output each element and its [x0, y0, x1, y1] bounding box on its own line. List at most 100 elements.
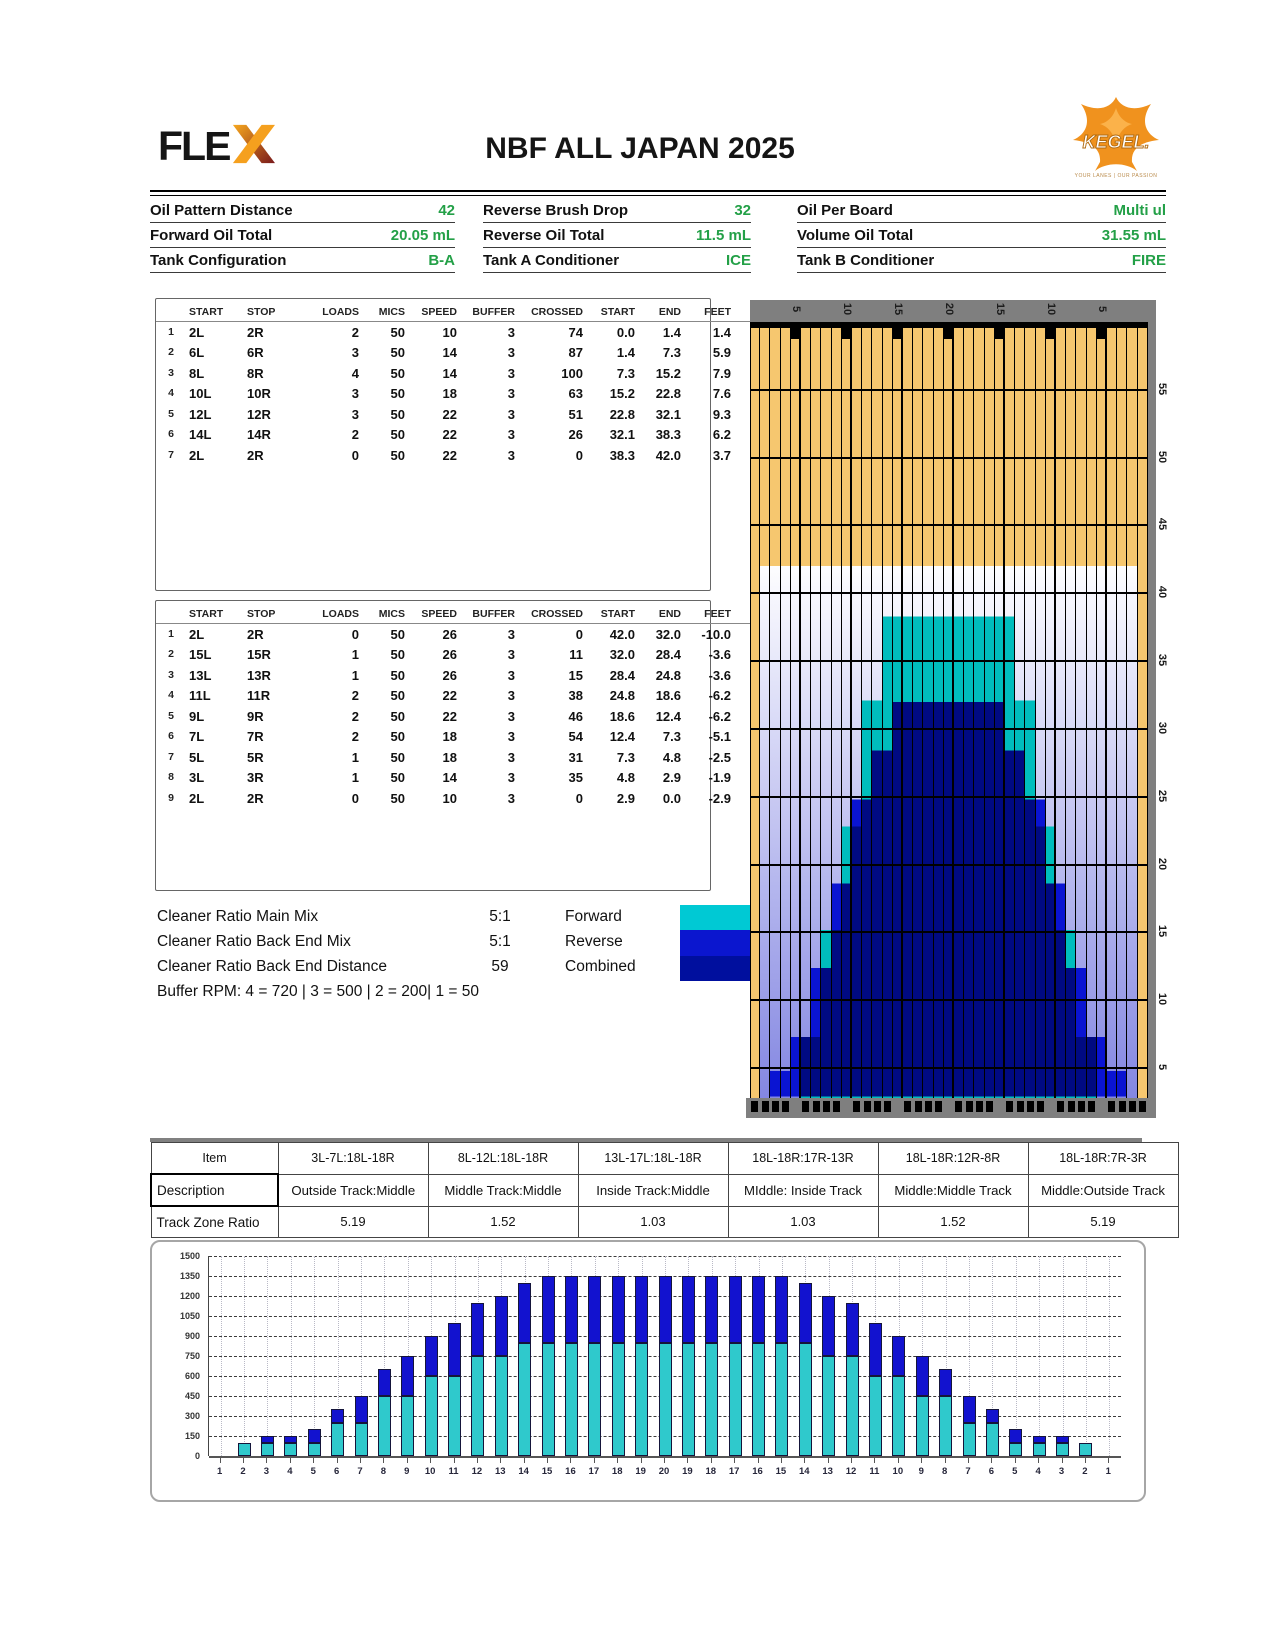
table-cell: 22.8 — [586, 404, 638, 425]
table-cell: 0 — [308, 788, 362, 809]
lane-board-column — [872, 322, 882, 1098]
lane-footer-tick — [1119, 1101, 1126, 1112]
table-cell: 18 — [408, 384, 460, 405]
table-cell: 3L-7L:18L-18R — [278, 1143, 428, 1175]
lane-board-axis-label: 5 — [1096, 301, 1108, 317]
forward-bar-segment — [378, 1396, 391, 1456]
table-cell: 1.03 — [728, 1206, 878, 1238]
table-cell: Middle:Middle Track — [878, 1174, 1028, 1206]
x-axis-tick — [243, 1458, 244, 1463]
table-cell: 22 — [408, 706, 460, 727]
table-cell: 0.0 — [586, 322, 638, 343]
reverse-bar-segment — [752, 1276, 765, 1343]
lane-footer-tick — [1088, 1101, 1095, 1112]
table-cell: 15.2 — [586, 384, 638, 405]
table-cell: 1.52 — [878, 1206, 1028, 1238]
column-header: END — [638, 601, 684, 624]
x-axis-tick — [758, 1458, 759, 1463]
forward-bar-segment — [518, 1343, 531, 1456]
table-cell: 22 — [408, 686, 460, 707]
table-cell: 12L — [186, 404, 244, 425]
table-cell: 3 — [460, 404, 518, 425]
forward-bar-segment — [892, 1376, 905, 1456]
table-cell: Middle Track:Middle — [428, 1174, 578, 1206]
reverse-bar-segment — [822, 1296, 835, 1356]
x-axis-tick — [1015, 1458, 1016, 1463]
lane-board-column — [1036, 322, 1046, 1098]
lane-distance-label: 5 — [1156, 1059, 1168, 1075]
flex-logo: FLE — [158, 124, 275, 169]
table-cell: 2R — [244, 322, 308, 343]
x-axis-tick — [500, 1458, 501, 1463]
table-cell: 22.8 — [638, 384, 684, 405]
x-axis-tick-label: 11 — [864, 1466, 884, 1477]
reverse-bar-segment — [939, 1369, 952, 1396]
lane-distance-gridline — [750, 660, 1148, 662]
lane-board-column — [985, 322, 995, 1098]
lane-board-column — [954, 322, 964, 1098]
table-cell: 13R — [244, 665, 308, 686]
vertical-gridline — [1063, 1256, 1064, 1456]
table-cell: 3 — [460, 384, 518, 405]
x-axis-tick-label: 6 — [981, 1466, 1001, 1477]
info-row-1: Oil Pattern Distance42 Reverse Brush Dro… — [150, 198, 1166, 223]
x-axis-tick-label: 13 — [490, 1466, 510, 1477]
x-axis-tick — [1062, 1458, 1063, 1463]
x-axis-tick — [664, 1458, 665, 1463]
lane-distance-gridline — [750, 524, 1148, 526]
table-cell: 2 — [308, 686, 362, 707]
table-cell: 12.4 — [586, 727, 638, 748]
info-cell: Reverse Brush Drop32 — [483, 198, 751, 223]
forward-bar-segment — [986, 1423, 999, 1456]
y-axis-tick-label: 600 — [158, 1371, 200, 1381]
cleaner-ratio-backend-mix-value: 5:1 — [455, 933, 545, 951]
forward-bar-segment — [659, 1343, 672, 1456]
lane-distance-label: 15 — [1156, 923, 1168, 939]
table-cell: 2 — [156, 343, 186, 364]
table-cell: 3R — [244, 768, 308, 789]
lane-board-column — [842, 322, 852, 1098]
legend-forward-label: Forward — [565, 908, 622, 926]
table-cell: Outside Track:Middle — [278, 1174, 428, 1206]
table-cell: 2L — [186, 445, 244, 466]
lane-pattern-graph: 510152015105555045403530252015105 — [750, 300, 1170, 1122]
lane-board-axis-label: 15 — [892, 301, 904, 317]
lane-footer-tick — [884, 1101, 891, 1112]
table-cell: 26 — [518, 425, 586, 446]
vertical-gridline — [291, 1256, 292, 1456]
table-row: 411L11R2502233824.818.6-6.21900 — [156, 686, 786, 707]
lane-board-axis-label: 5 — [790, 301, 802, 317]
forward-bar-segment — [1009, 1443, 1022, 1456]
x-axis-tick-label: 13 — [818, 1466, 838, 1477]
x-axis-tick-label: 8 — [373, 1466, 393, 1477]
y-axis-tick-label: 1200 — [158, 1291, 200, 1301]
cleaner-ratio-backend-distance-label: Cleaner Ratio Back End Distance — [157, 958, 387, 976]
table-cell: 8R — [244, 363, 308, 384]
reverse-bar-segment — [284, 1436, 297, 1443]
reverse-bar-segment — [448, 1323, 461, 1376]
info-cell: Tank B ConditionerFIRE — [797, 248, 1166, 273]
forward-bar-segment — [939, 1396, 952, 1456]
lane-distance-label: 25 — [1156, 788, 1168, 804]
table-cell: 3 — [460, 343, 518, 364]
table-cell: Middle:Outside Track — [1028, 1174, 1178, 1206]
table-cell: -3.6 — [684, 665, 734, 686]
table-cell: 26 — [408, 645, 460, 666]
table-cell: 8L — [186, 363, 244, 384]
column-header: STOP — [244, 601, 308, 624]
x-axis-tick — [430, 1458, 431, 1463]
lane-board-column — [1107, 322, 1117, 1098]
lane-board-axis-label: 10 — [1045, 301, 1057, 317]
oil-per-board-chart: 0150300450600750900105012001350150012345… — [150, 1240, 1146, 1502]
lane-board-marker — [1046, 322, 1056, 339]
table-cell: Description — [151, 1174, 278, 1206]
table-cell: 6.2 — [684, 425, 734, 446]
reverse-bar-segment — [518, 1283, 531, 1343]
vertical-gridline — [1039, 1256, 1040, 1456]
vertical-gridline — [1086, 1256, 1087, 1456]
column-header: MICS — [362, 299, 408, 322]
lane-distance-gridline — [750, 457, 1148, 459]
info-label: Reverse Oil Total — [483, 227, 604, 244]
lane-footer-tick — [874, 1101, 881, 1112]
x-axis-tick — [360, 1458, 361, 1463]
